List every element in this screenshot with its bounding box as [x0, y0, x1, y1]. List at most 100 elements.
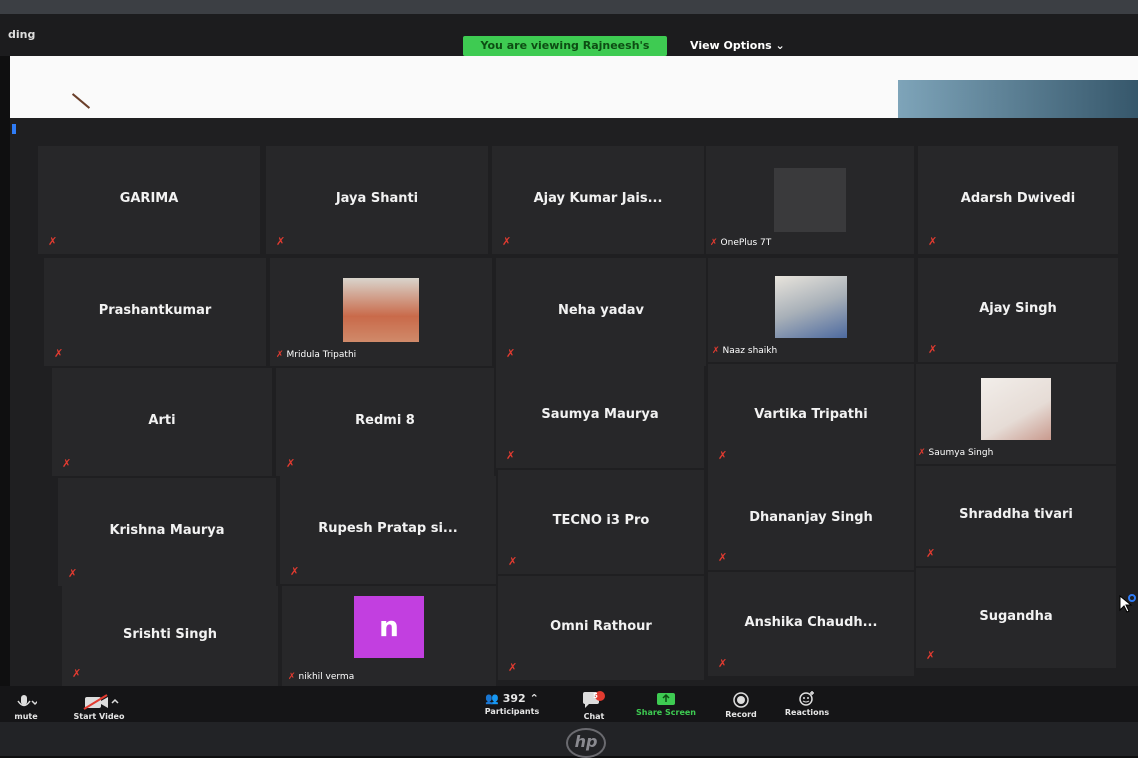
participant-tile[interactable]: Saumya Maurya ✗	[496, 364, 704, 468]
participant-name: OnePlus 7T	[720, 238, 772, 248]
mic-muted-icon: ✗	[710, 238, 718, 248]
participant-tile[interactable]: ✗ OnePlus 7T	[706, 146, 914, 254]
chat-button[interactable]: 5 Chat	[576, 690, 612, 721]
participants-count: 392	[502, 692, 526, 705]
mic-muted-icon: ✗	[68, 567, 78, 580]
avatar: n	[354, 596, 424, 658]
participant-tile[interactable]: Redmi 8 ✗	[276, 368, 494, 476]
participant-tile[interactable]: Adarsh Dwivedi ✗	[918, 146, 1118, 254]
participant-tile[interactable]: Ajay Kumar Jais... ✗	[492, 146, 704, 254]
participant-tile[interactable]: Arti ✗	[52, 368, 272, 476]
view-options-button[interactable]: View Options ⌄	[690, 39, 785, 52]
reactions-label: Reactions	[784, 708, 830, 717]
participant-tile[interactable]: Vartika Tripathi ✗	[708, 364, 914, 468]
mic-muted-icon: ✗	[926, 547, 936, 560]
participant-tile[interactable]: Neha yadav ✗	[496, 258, 706, 366]
annotation-mark	[71, 93, 91, 109]
participant-tile[interactable]: Krishna Maurya ✗	[58, 478, 276, 586]
participant-tile[interactable]: Shraddha tivari ✗	[916, 466, 1116, 566]
participant-tile[interactable]: ✗ Saumya Singh	[916, 364, 1116, 464]
record-label: Record	[725, 710, 757, 719]
mic-muted-icon: ✗	[508, 555, 518, 568]
participant-name: Arti	[148, 413, 176, 428]
mic-muted-icon: ✗	[288, 672, 296, 682]
participant-name-tag: ✗ Mridula Tripathi	[276, 350, 356, 360]
participant-tile[interactable]: ✗ Naaz shaikh	[708, 258, 914, 362]
participant-tile[interactable]: Omni Rathour ✗	[498, 576, 704, 680]
participant-name-tag: ✗ OnePlus 7T	[710, 238, 771, 248]
participant-tile[interactable]: Prashantkumar ✗	[44, 258, 266, 366]
mic-muted-icon: ✗	[928, 235, 938, 248]
mic-muted-icon: ✗	[926, 649, 936, 662]
mute-button[interactable]: mute	[6, 694, 46, 721]
chat-badge: 5	[593, 692, 598, 700]
participant-name: GARIMA	[119, 191, 179, 206]
mic-muted-icon: ✗	[54, 347, 64, 360]
mute-label: mute	[14, 712, 38, 721]
participant-tile[interactable]: Sugandha ✗	[916, 568, 1116, 668]
video-thumbnail	[981, 378, 1051, 440]
mic-muted-icon: ✗	[502, 235, 512, 248]
mic-muted-icon: ✗	[918, 448, 926, 458]
participant-tile[interactable]: Jaya Shanti ✗	[266, 146, 488, 254]
shared-screen-preview	[10, 56, 1138, 118]
mic-muted-icon: ✗	[290, 565, 300, 578]
participant-name: Saumya Singh	[928, 448, 994, 458]
participant-name: Omni Rathour	[550, 619, 652, 634]
participant-tile[interactable]: Anshika Chaudh... ✗	[708, 572, 914, 676]
viewing-screen-banner: You are viewing Rajneesh's screen	[463, 36, 667, 72]
participant-name: Ajay Kumar Jais...	[533, 191, 663, 206]
start-video-button[interactable]: Start Video	[64, 694, 134, 721]
participants-label: Participants	[484, 707, 540, 716]
participants-button[interactable]: 👥 392 ⌃ Participants	[470, 692, 554, 716]
chevron-up-icon: ⌃	[529, 692, 539, 705]
participant-name: Vartika Tripathi	[754, 407, 868, 422]
mic-muted-icon: ✗	[506, 449, 516, 462]
participant-name-tag: ✗ Naaz shaikh	[712, 346, 777, 356]
participant-tile[interactable]: Dhananjay Singh ✗	[708, 468, 914, 570]
participant-name: nikhil verma	[298, 672, 355, 682]
participant-tile[interactable]: TECNO i3 Pro ✗	[498, 470, 704, 574]
mic-muted-icon: ✗	[62, 457, 72, 470]
recording-indicator: ding	[8, 28, 36, 41]
participant-name: Naaz shaikh	[722, 346, 778, 356]
mic-muted-icon: ✗	[928, 343, 938, 356]
participant-name-tag: ✗ Saumya Singh	[918, 448, 993, 458]
mic-muted-icon: ✗	[712, 346, 720, 356]
participant-name: Anshika Chaudh...	[744, 615, 878, 630]
mic-muted-icon: ✗	[286, 457, 296, 470]
participant-name: Krishna Maurya	[109, 523, 225, 538]
monitor-top-bezel	[0, 0, 1138, 14]
participant-tile[interactable]: n ✗ nikhil verma	[282, 586, 496, 686]
participant-name: TECNO i3 Pro	[552, 513, 650, 528]
mic-muted-icon: ✗	[276, 235, 286, 248]
share-screen-button[interactable]: Share Screen	[634, 692, 698, 717]
record-button[interactable]: Record	[720, 692, 762, 719]
participant-name: Sugandha	[979, 609, 1053, 624]
participant-name: Redmi 8	[355, 413, 415, 428]
participant-name: Mridula Tripathi	[286, 350, 357, 360]
participant-tile[interactable]: Srishti Singh ✗	[62, 586, 278, 686]
video-thumbnail	[774, 168, 846, 232]
meeting-top-bar: ding You are viewing Rajneesh's screen V…	[0, 14, 1138, 72]
shared-content-image	[898, 80, 1138, 118]
mic-muted-icon: ✗	[718, 551, 728, 564]
reactions-emoji-icon	[799, 691, 814, 706]
mic-muted-icon: ✗	[506, 347, 516, 360]
participant-tile[interactable]: Ajay Singh ✗	[918, 258, 1118, 362]
participant-tile[interactable]: GARIMA ✗	[38, 146, 260, 254]
participant-name: Prashantkumar	[98, 303, 212, 318]
participant-name: Srishti Singh	[122, 627, 218, 642]
reactions-button[interactable]: Reactions	[780, 690, 834, 717]
chat-label: Chat	[583, 712, 605, 721]
participant-tile[interactable]: ✗ Mridula Tripathi	[270, 258, 492, 366]
mic-muted-icon: ✗	[276, 350, 284, 360]
video-thumbnail	[775, 276, 847, 338]
share-screen-label: Share Screen	[635, 708, 696, 717]
hp-logo: hp	[566, 728, 606, 758]
participant-tile[interactable]: Rupesh Pratap si... ✗	[280, 476, 496, 584]
mouse-cursor-icon	[1119, 594, 1136, 613]
start-video-label: Start Video	[73, 712, 125, 721]
mic-muted-icon: ✗	[48, 235, 58, 248]
participants-icon: 👥	[485, 692, 499, 705]
